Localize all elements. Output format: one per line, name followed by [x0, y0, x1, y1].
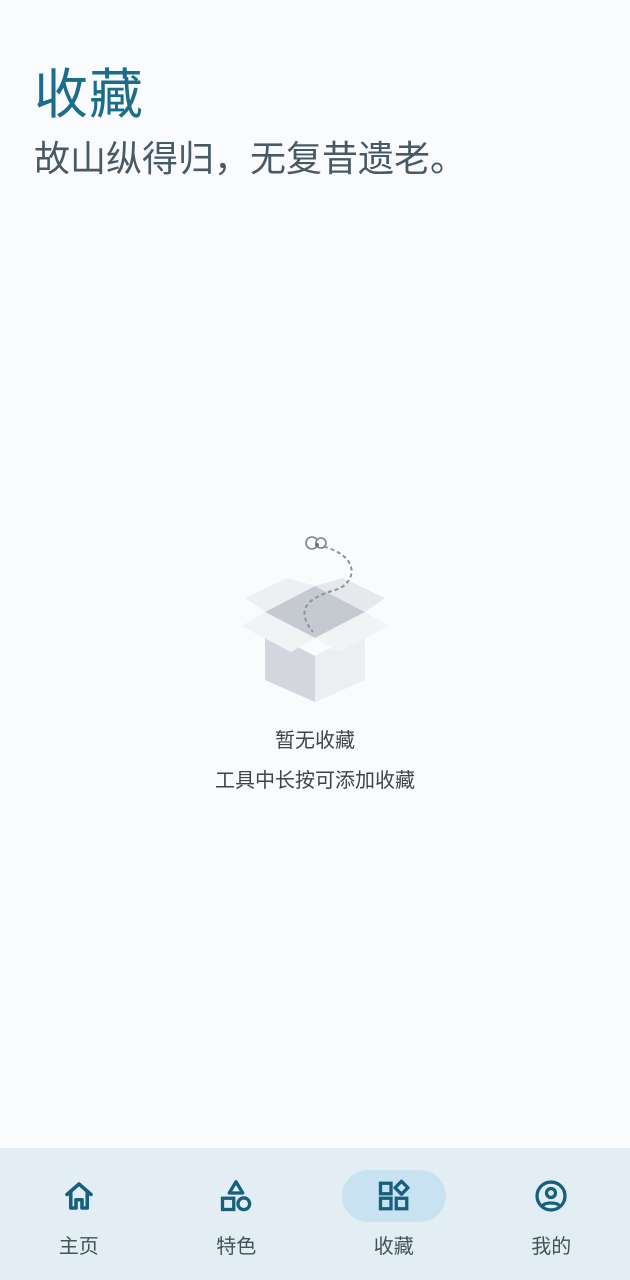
- home-icon: [64, 1182, 93, 1210]
- open-box-icon: [241, 536, 389, 702]
- page-header: 收藏 故山纵得归，无复昔遗老。: [34, 60, 466, 190]
- nav-item-profile[interactable]: 我的: [473, 1148, 630, 1280]
- nav-item-featured[interactable]: 特色: [158, 1148, 316, 1280]
- nav-label-profile: 我的: [531, 1234, 572, 1258]
- empty-title: 暂无收藏: [275, 728, 355, 752]
- widgets-icon: [378, 1179, 410, 1211]
- account-circle-icon: [535, 1180, 567, 1212]
- empty-state: 暂无收藏 工具中长按可添加收藏: [0, 530, 630, 794]
- nav-item-home[interactable]: 主页: [0, 1148, 158, 1280]
- bottom-nav: 主页 特色 收藏 我的: [0, 1148, 630, 1280]
- nav-item-favorites[interactable]: 收藏: [315, 1148, 473, 1280]
- nav-label-favorites: 收藏: [373, 1234, 414, 1258]
- empty-hint: 工具中长按可添加收藏: [215, 768, 415, 792]
- shapes-icon: [221, 1180, 252, 1212]
- page-subtitle: 故山纵得归，无复昔遗老。: [34, 139, 467, 180]
- page-title: 收藏: [34, 63, 144, 126]
- nav-label-featured: 特色: [216, 1234, 257, 1258]
- nav-label-home: 主页: [58, 1234, 99, 1258]
